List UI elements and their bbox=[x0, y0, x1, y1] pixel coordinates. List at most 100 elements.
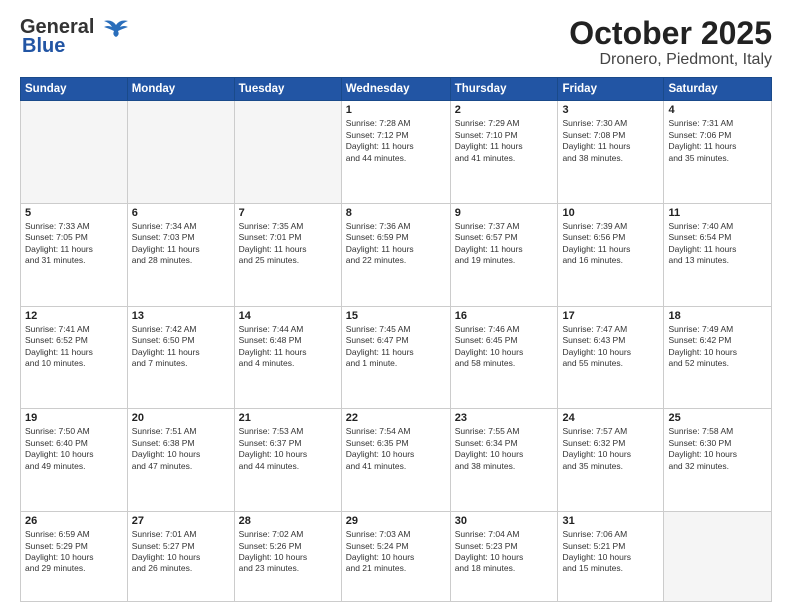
day-number: 22 bbox=[346, 412, 446, 424]
day-info: Sunrise: 7:34 AM Sunset: 7:03 PM Dayligh… bbox=[132, 221, 230, 267]
day-info: Sunrise: 7:54 AM Sunset: 6:35 PM Dayligh… bbox=[346, 426, 446, 472]
table-row: 18 Sunrise: 7:49 AM Sunset: 6:42 PM Dayli… bbox=[664, 306, 772, 409]
day-info: Sunrise: 7:28 AM Sunset: 7:12 PM Dayligh… bbox=[346, 118, 446, 164]
day-number: 21 bbox=[239, 412, 337, 424]
table-row: 30Sunrise: 7:04 AM Sunset: 5:23 PM Dayli… bbox=[450, 512, 558, 602]
header-thursday: Thursday bbox=[450, 78, 558, 101]
table-row: 28 Sunrise: 7:02 AM Sunset: 5:26 PM Dayli… bbox=[234, 512, 341, 602]
day-number: 20 bbox=[132, 412, 230, 424]
day-info: Sunrise: 7:30 AM Sunset: 7:08 PM Dayligh… bbox=[562, 118, 659, 164]
table-row: 31 Sunrise: 7:06 AM Sunset: 5:21 PM Dayli… bbox=[558, 512, 664, 602]
day-number: 25 bbox=[668, 412, 767, 424]
day-number: 24 bbox=[562, 412, 659, 424]
day-number: 31 bbox=[562, 515, 659, 527]
header-friday: Friday bbox=[558, 78, 664, 101]
table-row: 2 Sunrise: 7:29 AM Sunset: 7:10 PM Daylig… bbox=[450, 101, 558, 204]
day-number: 5 bbox=[25, 207, 123, 219]
day-info: Sunrise: 7:57 AM Sunset: 6:32 PM Dayligh… bbox=[562, 426, 659, 472]
table-row: 12 Sunrise: 7:41 AM Sunset: 6:52 PM Dayli… bbox=[21, 306, 128, 409]
table-row: 13 Sunrise: 7:42 AM Sunset: 6:50 PM Dayli… bbox=[127, 306, 234, 409]
table-row: 22 Sunrise: 7:54 AM Sunset: 6:35 PM Dayli… bbox=[341, 409, 450, 512]
day-info: Sunrise: 7:44 AM Sunset: 6:48 PM Dayligh… bbox=[239, 324, 337, 370]
table-row: 16 Sunrise: 7:46 AM Sunset: 6:45 PM Dayli… bbox=[450, 306, 558, 409]
day-info: Sunrise: 7:41 AM Sunset: 6:52 PM Dayligh… bbox=[25, 324, 123, 370]
table-row: 29Sunrise: 7:03 AM Sunset: 5:24 PM Dayli… bbox=[341, 512, 450, 602]
day-info: Sunrise: 6:59 AM Sunset: 5:29 PM Dayligh… bbox=[25, 529, 123, 575]
table-row: 24 Sunrise: 7:57 AM Sunset: 6:32 PM Dayli… bbox=[558, 409, 664, 512]
table-row bbox=[664, 512, 772, 602]
day-number: 15 bbox=[346, 310, 446, 322]
table-row: 19 Sunrise: 7:50 AM Sunset: 6:40 PM Dayli… bbox=[21, 409, 128, 512]
day-number: 1 bbox=[346, 104, 446, 116]
header-monday: Monday bbox=[127, 78, 234, 101]
table-row: 17 Sunrise: 7:47 AM Sunset: 6:43 PM Dayli… bbox=[558, 306, 664, 409]
day-number: 19 bbox=[25, 412, 123, 424]
title-block: October 2025 Dronero, Piedmont, Italy bbox=[569, 16, 772, 69]
logo-blue-text: Blue bbox=[22, 35, 65, 58]
day-number: 14 bbox=[239, 310, 337, 322]
calendar-subtitle: Dronero, Piedmont, Italy bbox=[569, 51, 772, 69]
table-row: 25 Sunrise: 7:58 AM Sunset: 6:30 PM Dayli… bbox=[664, 409, 772, 512]
day-info: Sunrise: 7:49 AM Sunset: 6:42 PM Dayligh… bbox=[668, 324, 767, 370]
day-info: Sunrise: 7:58 AM Sunset: 6:30 PM Dayligh… bbox=[668, 426, 767, 472]
day-info: Sunrise: 7:45 AM Sunset: 6:47 PM Dayligh… bbox=[346, 324, 446, 370]
table-row: 8 Sunrise: 7:36 AM Sunset: 6:59 PM Daylig… bbox=[341, 203, 450, 306]
table-row: 10Sunrise: 7:39 AM Sunset: 6:56 PM Dayli… bbox=[558, 203, 664, 306]
logo: General Blue bbox=[20, 16, 130, 58]
table-row bbox=[127, 101, 234, 204]
header-wednesday: Wednesday bbox=[341, 78, 450, 101]
table-row: 3Sunrise: 7:30 AM Sunset: 7:08 PM Daylig… bbox=[558, 101, 664, 204]
table-row bbox=[21, 101, 128, 204]
day-info: Sunrise: 7:47 AM Sunset: 6:43 PM Dayligh… bbox=[562, 324, 659, 370]
day-number: 29 bbox=[346, 515, 446, 527]
day-info: Sunrise: 7:29 AM Sunset: 7:10 PM Dayligh… bbox=[455, 118, 554, 164]
day-info: Sunrise: 7:46 AM Sunset: 6:45 PM Dayligh… bbox=[455, 324, 554, 370]
day-info: Sunrise: 7:31 AM Sunset: 7:06 PM Dayligh… bbox=[668, 118, 767, 164]
day-info: Sunrise: 7:39 AM Sunset: 6:56 PM Dayligh… bbox=[562, 221, 659, 267]
day-number: 17 bbox=[562, 310, 659, 322]
day-number: 2 bbox=[455, 104, 554, 116]
table-row: 15 Sunrise: 7:45 AM Sunset: 6:47 PM Dayli… bbox=[341, 306, 450, 409]
table-row: 23 Sunrise: 7:55 AM Sunset: 6:34 PM Dayli… bbox=[450, 409, 558, 512]
day-info: Sunrise: 7:42 AM Sunset: 6:50 PM Dayligh… bbox=[132, 324, 230, 370]
day-info: Sunrise: 7:33 AM Sunset: 7:05 PM Dayligh… bbox=[25, 221, 123, 267]
day-info: Sunrise: 7:55 AM Sunset: 6:34 PM Dayligh… bbox=[455, 426, 554, 472]
day-number: 28 bbox=[239, 515, 337, 527]
day-info: Sunrise: 7:06 AM Sunset: 5:21 PM Dayligh… bbox=[562, 529, 659, 575]
table-row: 9Sunrise: 7:37 AM Sunset: 6:57 PM Daylig… bbox=[450, 203, 558, 306]
table-row: 11Sunrise: 7:40 AM Sunset: 6:54 PM Dayli… bbox=[664, 203, 772, 306]
day-number: 16 bbox=[455, 310, 554, 322]
day-number: 8 bbox=[346, 207, 446, 219]
calendar-table: Sunday Monday Tuesday Wednesday Thursday… bbox=[20, 77, 772, 602]
header-sunday: Sunday bbox=[21, 78, 128, 101]
day-number: 30 bbox=[455, 515, 554, 527]
header: General Blue October 2025 Dronero, Piedm… bbox=[20, 16, 772, 69]
day-info: Sunrise: 7:02 AM Sunset: 5:26 PM Dayligh… bbox=[239, 529, 337, 575]
day-info: Sunrise: 7:36 AM Sunset: 6:59 PM Dayligh… bbox=[346, 221, 446, 267]
day-number: 13 bbox=[132, 310, 230, 322]
day-number: 4 bbox=[668, 104, 767, 116]
table-row: 6 Sunrise: 7:34 AM Sunset: 7:03 PM Daylig… bbox=[127, 203, 234, 306]
day-number: 18 bbox=[668, 310, 767, 322]
day-number: 27 bbox=[132, 515, 230, 527]
calendar-title: October 2025 bbox=[569, 16, 772, 51]
header-saturday: Saturday bbox=[664, 78, 772, 101]
day-info: Sunrise: 7:50 AM Sunset: 6:40 PM Dayligh… bbox=[25, 426, 123, 472]
logo-bird-icon bbox=[102, 17, 130, 39]
day-number: 9 bbox=[455, 207, 554, 219]
table-row: 27 Sunrise: 7:01 AM Sunset: 5:27 PM Dayli… bbox=[127, 512, 234, 602]
day-number: 12 bbox=[25, 310, 123, 322]
table-row: 1 Sunrise: 7:28 AM Sunset: 7:12 PM Daylig… bbox=[341, 101, 450, 204]
header-tuesday: Tuesday bbox=[234, 78, 341, 101]
table-row: 14 Sunrise: 7:44 AM Sunset: 6:48 PM Dayli… bbox=[234, 306, 341, 409]
day-number: 11 bbox=[668, 207, 767, 219]
table-row: 20Sunrise: 7:51 AM Sunset: 6:38 PM Dayli… bbox=[127, 409, 234, 512]
table-row: 4 Sunrise: 7:31 AM Sunset: 7:06 PM Daylig… bbox=[664, 101, 772, 204]
table-row: 7Sunrise: 7:35 AM Sunset: 7:01 PM Daylig… bbox=[234, 203, 341, 306]
day-number: 23 bbox=[455, 412, 554, 424]
day-info: Sunrise: 7:01 AM Sunset: 5:27 PM Dayligh… bbox=[132, 529, 230, 575]
day-number: 26 bbox=[25, 515, 123, 527]
day-number: 6 bbox=[132, 207, 230, 219]
day-info: Sunrise: 7:35 AM Sunset: 7:01 PM Dayligh… bbox=[239, 221, 337, 267]
table-row bbox=[234, 101, 341, 204]
